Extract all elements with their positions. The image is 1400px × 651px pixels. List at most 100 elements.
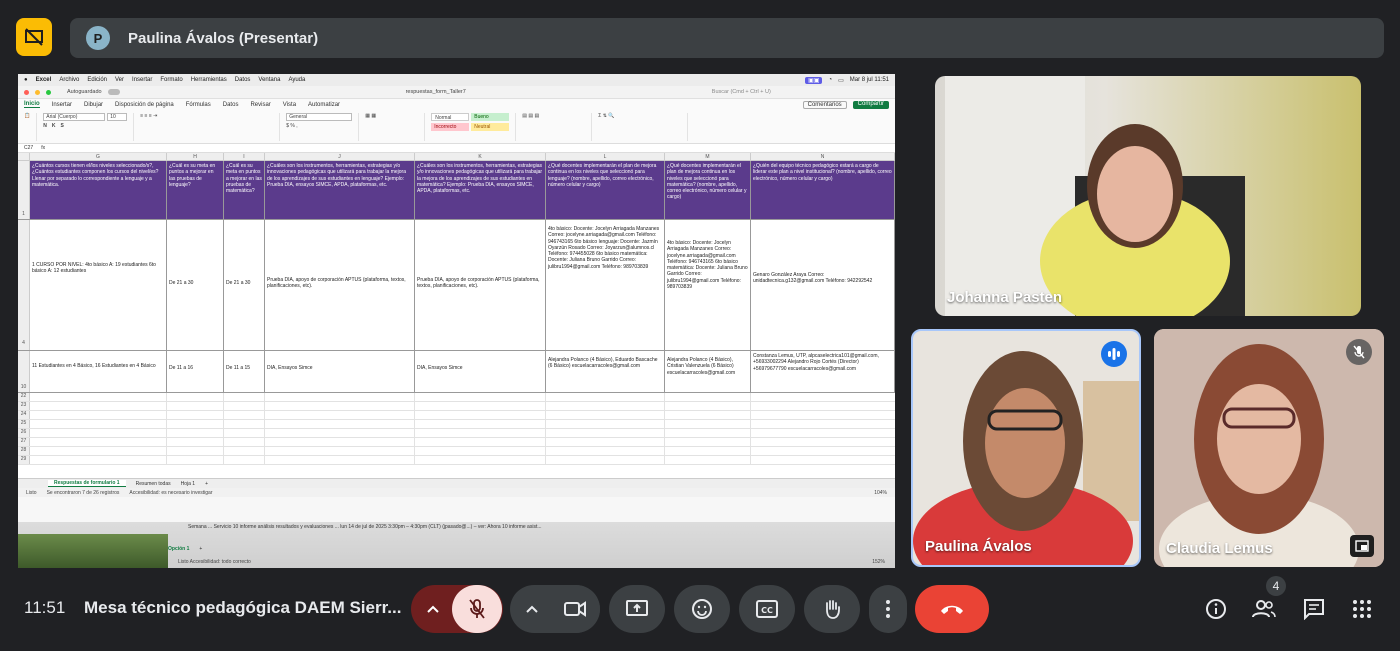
background-sheet-tabs: Opción 1 + [168,544,202,554]
font-size-box: 10 [107,113,128,121]
presentation-icon[interactable] [16,18,52,56]
table-row: 4 1 CURSO POR NIVEL: 4to básico A: 19 es… [18,220,895,351]
column-letter: G [30,153,167,160]
people-button[interactable] [1250,595,1278,623]
mac-menu-item: Insertar [132,77,153,83]
fx-icon: fx [41,145,46,151]
autosave-toggle-icon [107,89,120,95]
search-box: Buscar (Cmd + Ctrl + U) [711,89,771,95]
empty-row: 24 [18,411,895,420]
status-text: Listo Accesibilidad: todo correcto [178,558,251,565]
column-letter: H [167,153,224,160]
status-accessibility: Accesibilidad: es necesario investigar [129,489,213,496]
captions-button[interactable]: CC [739,585,795,633]
participant-name: Johanna Pasten [947,289,1063,306]
table-cell: 1 CURSO POR NIVEL: 4to básico A: 19 estu… [30,220,167,350]
chat-icon [1304,599,1324,620]
ribbon-tab: Disposición de página [115,101,174,108]
chevron-up-icon [526,605,538,613]
participant-name: Claudia Lemus [1166,540,1273,557]
svg-text:CC: CC [761,606,773,615]
table-cell: Alejandra Polanco (4 Básico), Eduardo Ba… [546,351,665,392]
row-number: 29 [18,456,30,464]
empty-row: 26 [18,429,895,438]
mic-off-icon [1346,339,1372,365]
table-cell: Genaro González Araya Correo: unidadtecn… [751,220,895,350]
style-neutral: Neutral [471,123,510,131]
apps-grid-icon [1353,600,1371,618]
number-format-icons: $ % , [286,123,298,129]
table-cell: Prueba DIA, apoyo de corporación APTUS (… [265,220,415,350]
table-cell: 11 Estudiantes en 4 Básico, 16 Estudiant… [30,351,167,392]
mac-menu-item: Herramientas [190,77,227,83]
conditional-format-group: ▦ ▦ [365,113,426,141]
add-sheet-icon: + [205,480,208,487]
present-screen-button[interactable] [609,585,665,633]
clipboard-group: 📋 [24,113,38,141]
empty-row: 22 [18,393,895,402]
ribbon-tab: Vista [282,101,297,108]
table-cell: Constanza Lemus, UTP, alpcaselectrica101… [751,351,895,392]
background-window: Semana ... Servicio 10 informe análisis … [18,522,895,568]
ribbon-tab: Insertar [51,101,73,108]
mac-menu-item: Ayuda [288,77,306,83]
mac-datetime: Mar 8 jul 11:51 [849,77,889,83]
mac-menu-item: Ventana [258,77,281,83]
row-number: 23 [18,402,30,410]
raise-hand-button[interactable] [804,585,860,633]
meeting-clock: 11:51 [24,598,66,617]
style-bad: Incorrecto [431,123,470,131]
participant-tile-johanna[interactable]: Johanna Pasten [935,76,1361,316]
mac-menu-item: Datos [234,77,251,83]
header-cell: ¿Qué docentes implementarán el plan de m… [665,161,751,219]
apple-icon: ● [24,77,28,83]
header-cell: ¿Quién del equipo técnico pedagógico est… [751,161,895,219]
align-icons: ≡ ≡ ≡ ⇥ [140,113,158,119]
picture-in-picture-icon[interactable] [1350,535,1374,557]
chat-button[interactable] [1300,595,1328,623]
sum-sort-find-icons: Σ ⇅ 🔍 [598,113,615,119]
table-cell: De 11 a 16 [167,351,224,392]
style-good: Bueno [471,113,510,121]
people-icon [1252,600,1276,618]
emoji-icon [692,599,712,619]
activities-button[interactable] [1348,595,1376,623]
more-options-button[interactable] [869,585,907,633]
participant-tile-claudia[interactable]: Claudia Lemus [1154,329,1384,567]
participant-tile-paulina[interactable]: Paulina Ávalos [911,329,1141,567]
camera-icon [564,601,586,617]
table-cell: Alejandra Polanco (4 Básico), Cristian V… [665,351,751,392]
emoji-reactions-button[interactable] [674,585,730,633]
meeting-title: Mesa técnico pedagógica DAEM Sierr... [84,598,402,617]
participant-name: Paulina Ávalos [925,538,1032,555]
microphone-toggle-button[interactable] [452,585,502,633]
paste-icon: 📋 [24,113,31,119]
spreadsheet-grid: G H I J K L M N 1 ¿Cuántos cursos tienen… [18,153,895,478]
table-cell: 4to básico: Docente: Jocelyn Arriagada M… [665,220,751,350]
closed-captions-icon: CC [756,600,778,618]
row-number: 22 [18,393,30,401]
screen-share-indicator-icon: ▣▣ [805,76,823,84]
battery-icon: ▭ [838,77,844,84]
empty-row: 28 [18,447,895,456]
add-sheet-icon: + [199,546,203,552]
bold-italic-underline-icons: NKS [43,123,64,129]
video-feed [913,351,1139,565]
empty-row: 27 [18,438,895,447]
ribbon-tab: Dibujar [84,101,104,108]
font-name-box: Arial (Cuerpo) [43,113,106,121]
meeting-details-button[interactable] [1202,595,1230,623]
column-headers: G H I J K L M N [18,153,895,161]
comments-button: Comentarios [802,100,847,109]
table-cell: De 21 a 30 [167,220,224,350]
close-window-icon [24,89,29,95]
row-number: 24 [18,411,30,419]
camera-toggle-button[interactable] [550,585,600,633]
leave-call-button[interactable] [915,585,989,633]
notification-text: Semana ... Servicio 10 informe análisis … [188,524,542,530]
present-screen-icon [626,600,648,616]
excel-title-bar: Autoguardado respuestas_form_Taller7 Bus… [18,86,895,99]
mic-off-icon [469,599,485,619]
presenter-label: Paulina Ávalos (Presentar) [128,29,319,47]
chevron-up-icon [427,605,439,613]
